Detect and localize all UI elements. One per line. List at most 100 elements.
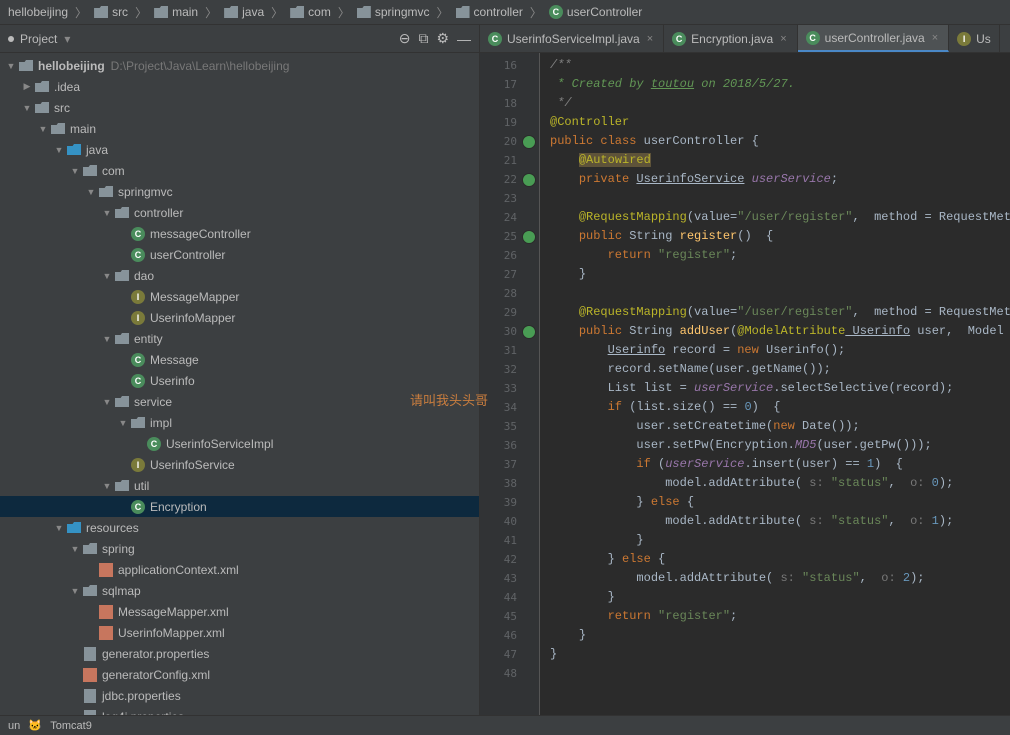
line-number[interactable]: 28 xyxy=(480,284,539,303)
close-icon[interactable]: × xyxy=(930,32,940,44)
line-number[interactable]: 47 xyxy=(480,645,539,664)
line-number[interactable]: 33 xyxy=(480,379,539,398)
line-number[interactable]: 41 xyxy=(480,531,539,550)
editor-gutter[interactable]: 1617181920212223242526272829303132333435… xyxy=(480,53,540,715)
tree-node[interactable]: CUserinfoServiceImpl xyxy=(0,433,479,454)
chevron-icon[interactable]: ▼ xyxy=(68,586,82,596)
tree-node[interactable]: ▼src xyxy=(0,97,479,118)
editor-tab[interactable]: CUserinfoServiceImpl.java× xyxy=(480,25,664,52)
line-number[interactable]: 43 xyxy=(480,569,539,588)
breadcrumb-item[interactable]: src xyxy=(90,5,132,19)
chevron-icon[interactable]: ▼ xyxy=(68,166,82,176)
tree-node[interactable]: CUserinfo xyxy=(0,370,479,391)
chevron-icon[interactable]: ▼ xyxy=(100,271,114,281)
tree-node[interactable]: IUserinfoMapper xyxy=(0,307,479,328)
tree-node[interactable]: ▼entity xyxy=(0,328,479,349)
breadcrumb-item[interactable]: main xyxy=(150,5,202,19)
line-number[interactable]: 21 xyxy=(480,151,539,170)
editor-tab[interactable]: CEncryption.java× xyxy=(664,25,797,52)
tree-node[interactable]: ▼main xyxy=(0,118,479,139)
close-icon[interactable]: × xyxy=(778,33,788,45)
sidebar-title[interactable]: Project ▾ xyxy=(8,32,71,46)
line-number[interactable]: 38 xyxy=(480,474,539,493)
tree-node[interactable]: ▼springmvc xyxy=(0,181,479,202)
close-icon[interactable]: × xyxy=(645,33,655,45)
chevron-icon[interactable]: ▼ xyxy=(116,418,130,428)
line-number[interactable]: 22 xyxy=(480,170,539,189)
line-number[interactable]: 23 xyxy=(480,189,539,208)
line-number[interactable]: 30 xyxy=(480,322,539,341)
tree-node[interactable]: generatorConfig.xml xyxy=(0,664,479,685)
chevron-icon[interactable]: ▶ xyxy=(20,81,34,92)
tree-node[interactable]: ▼sqlmap xyxy=(0,580,479,601)
line-number[interactable]: 27 xyxy=(480,265,539,284)
tree-node[interactable]: ▼spring xyxy=(0,538,479,559)
editor-body[interactable]: 1617181920212223242526272829303132333435… xyxy=(480,53,1010,715)
tree-node[interactable]: ▼resources xyxy=(0,517,479,538)
editor-tab[interactable]: IUs xyxy=(949,25,1000,52)
line-number[interactable]: 35 xyxy=(480,417,539,436)
line-number[interactable]: 17 xyxy=(480,75,539,94)
tree-node[interactable]: ▼util xyxy=(0,475,479,496)
line-number[interactable]: 34 xyxy=(480,398,539,417)
editor-tab[interactable]: CuserController.java× xyxy=(798,25,950,52)
chevron-icon[interactable]: ▼ xyxy=(52,145,66,155)
chevron-icon[interactable]: ▼ xyxy=(100,481,114,491)
tree-node[interactable]: ▼controller xyxy=(0,202,479,223)
tree-node[interactable]: CMessage xyxy=(0,349,479,370)
tree-node[interactable]: ▼service xyxy=(0,391,479,412)
expand-icon[interactable]: ⧉ xyxy=(418,30,428,47)
tree-node[interactable]: ▼java xyxy=(0,139,479,160)
gutter-mark-icon[interactable] xyxy=(522,325,536,339)
gutter-mark-icon[interactable] xyxy=(522,230,536,244)
chevron-icon[interactable]: ▼ xyxy=(4,61,18,71)
gutter-mark-icon[interactable] xyxy=(522,173,536,187)
chevron-icon[interactable]: ▼ xyxy=(100,208,114,218)
line-number[interactable]: 29 xyxy=(480,303,539,322)
breadcrumb-item[interactable]: springmvc xyxy=(353,5,434,19)
hide-icon[interactable]: — xyxy=(457,31,471,47)
line-number[interactable]: 46 xyxy=(480,626,539,645)
line-number[interactable]: 40 xyxy=(480,512,539,531)
line-number[interactable]: 31 xyxy=(480,341,539,360)
chevron-icon[interactable]: ▼ xyxy=(100,334,114,344)
line-number[interactable]: 24 xyxy=(480,208,539,227)
gear-icon[interactable]: ⚙ xyxy=(436,30,449,47)
chevron-icon[interactable]: ▼ xyxy=(52,523,66,533)
line-number[interactable]: 42 xyxy=(480,550,539,569)
line-number[interactable]: 48 xyxy=(480,664,539,683)
code-area[interactable]: /** * Created by toutou on 2018/5/27. */… xyxy=(540,53,1010,715)
tree-node[interactable]: IMessageMapper xyxy=(0,286,479,307)
tree-node[interactable]: jdbc.properties xyxy=(0,685,479,706)
breadcrumb-item[interactable]: com xyxy=(286,5,335,19)
breadcrumb-item[interactable]: java xyxy=(220,5,268,19)
line-number[interactable]: 44 xyxy=(480,588,539,607)
tree-node[interactable]: IUserinfoService xyxy=(0,454,479,475)
breadcrumb-item[interactable]: CuserController xyxy=(545,5,646,19)
line-number[interactable]: 25 xyxy=(480,227,539,246)
service-label[interactable]: Tomcat9 xyxy=(50,720,92,732)
chevron-icon[interactable]: ▼ xyxy=(100,397,114,407)
tree-node[interactable]: ▼dao xyxy=(0,265,479,286)
tree-node[interactable]: UserinfoMapper.xml xyxy=(0,622,479,643)
gutter-mark-icon[interactable] xyxy=(522,135,536,149)
breadcrumb-item[interactable]: controller xyxy=(452,5,527,19)
line-number[interactable]: 32 xyxy=(480,360,539,379)
tree-node[interactable]: ▼hellobeijingD:\Project\Java\Learn\hello… xyxy=(0,55,479,76)
locate-icon[interactable]: ⊖ xyxy=(399,30,411,47)
tree-node[interactable]: CuserController xyxy=(0,244,479,265)
tree-node[interactable]: ▶.idea xyxy=(0,76,479,97)
tree-node[interactable]: CmessageController xyxy=(0,223,479,244)
line-number[interactable]: 39 xyxy=(480,493,539,512)
line-number[interactable]: 18 xyxy=(480,94,539,113)
tree-node[interactable]: log4i.properties xyxy=(0,706,479,715)
tree-node[interactable]: generator.properties xyxy=(0,643,479,664)
line-number[interactable]: 36 xyxy=(480,436,539,455)
project-tree[interactable]: ▼hellobeijingD:\Project\Java\Learn\hello… xyxy=(0,53,479,715)
tree-node[interactable]: MessageMapper.xml xyxy=(0,601,479,622)
chevron-icon[interactable]: ▼ xyxy=(36,124,50,134)
chevron-icon[interactable]: ▼ xyxy=(68,544,82,554)
line-number[interactable]: 19 xyxy=(480,113,539,132)
tree-node[interactable]: CEncryption xyxy=(0,496,479,517)
tree-node[interactable]: applicationContext.xml xyxy=(0,559,479,580)
